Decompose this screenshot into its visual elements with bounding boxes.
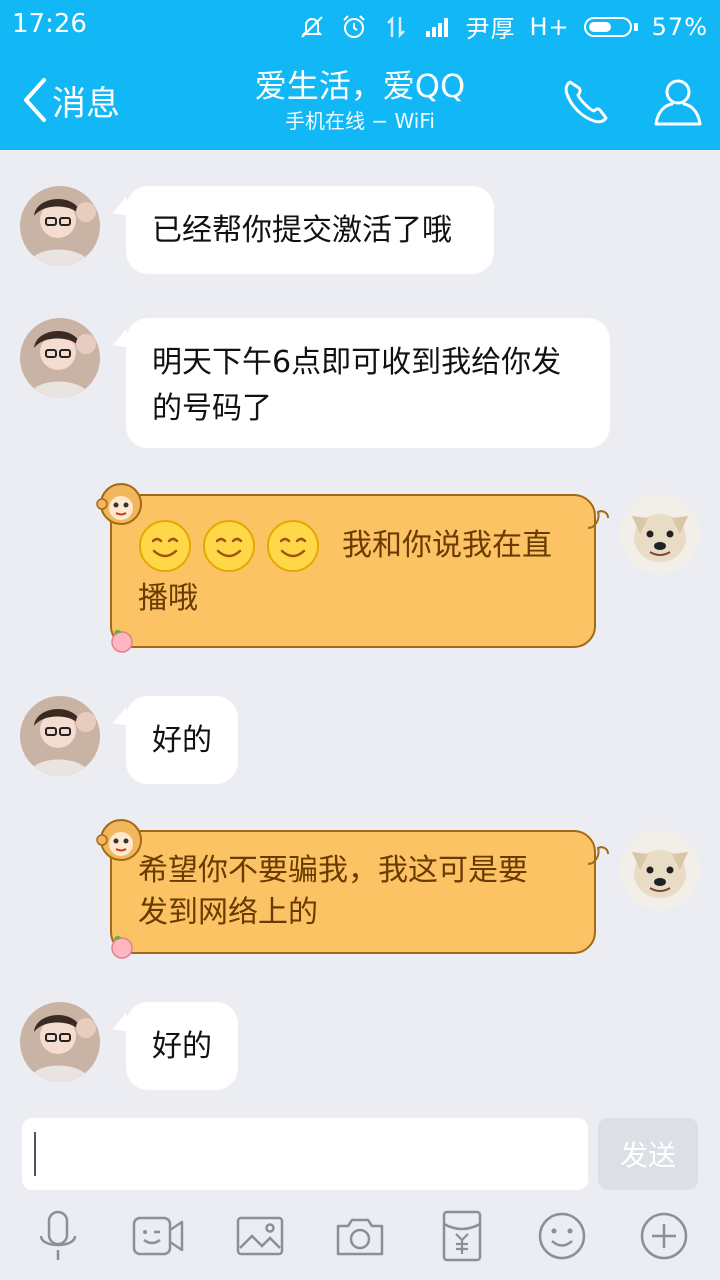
smile-emoji [139,520,191,572]
status-bar: 17:26 尹厚 H+ 57% [0,0,720,50]
mute-bell-icon [298,13,326,41]
composer-toolbar [0,1200,720,1280]
message-input[interactable] [22,1118,588,1190]
image-icon[interactable] [232,1208,288,1264]
message-bubble[interactable]: 好的 [126,696,238,784]
message-text-line: 的号码了 [152,391,272,426]
message-text-line: 播哦 [138,581,198,616]
contact-avatar[interactable] [20,1002,100,1082]
message-text: 已经帮你提交激活了哦 [152,213,452,248]
peach-icon [111,935,133,959]
carrier-label: 尹厚 [465,15,516,43]
call-button[interactable] [558,74,614,130]
network-type: H+ [529,12,570,41]
battery-icon [583,16,638,37]
my-avatar[interactable] [620,494,700,574]
smile-emoji [203,520,255,572]
back-button[interactable]: 消息 [20,74,120,126]
message-text-line: 希望你不要骗我，我这可是要 [138,853,528,888]
send-button[interactable]: 发送 [598,1118,698,1190]
data-transfer-icon [382,13,410,41]
person-icon [654,79,702,126]
chat-header: 消息 爱生活，爱QQ 手机在线 − WiFi [0,50,720,150]
camera-icon[interactable] [332,1208,388,1264]
bubble-curl-icon [587,510,609,529]
monkey-sticker-icon [96,483,142,525]
contact-avatar[interactable] [20,186,100,266]
chevron-left-icon [24,78,46,122]
message-text-line: 明天下午6点即可收到我给你发 [152,345,562,380]
online-status: 手机在线 − WiFi [285,109,435,133]
video-chat-icon[interactable] [130,1208,186,1264]
message-text: 好的 [152,723,212,758]
peach-icon [111,629,133,653]
profile-button[interactable] [650,74,706,130]
bubble-curl-icon [587,846,609,865]
message-bubble[interactable]: 好的 [126,1002,238,1090]
phone-icon [564,80,608,124]
plus-icon[interactable] [636,1208,692,1264]
text-caret [34,1132,36,1176]
monkey-sticker-icon [96,819,142,861]
emoji-icon[interactable] [534,1208,590,1264]
my-message-bubble[interactable]: 希望你不要骗我，我这可是要 发到网络上的 [110,830,609,954]
chat-title: 爱生活，爱QQ [254,67,466,105]
message-text-line: 我和你说我在直 [342,528,552,563]
status-time: 17:26 [12,9,87,39]
header-title-block[interactable]: 爱生活，爱QQ 手机在线 − WiFi [160,66,560,136]
status-icons: 尹厚 H+ 57% [298,9,709,44]
message-bubble[interactable]: 明天下午6点即可收到我给你发 的号码了 [126,318,610,448]
contact-avatar[interactable] [20,696,100,776]
smile-emoji [267,520,319,572]
microphone-icon[interactable] [30,1208,86,1264]
my-message-bubble[interactable]: 我和你说我在直 播哦 [110,494,609,648]
alarm-icon [340,13,368,41]
my-avatar[interactable] [620,830,700,910]
message-text-line: 发到网络上的 [138,895,318,930]
back-label: 消息 [52,83,120,124]
red-packet-icon[interactable] [434,1208,490,1264]
message-bubble[interactable]: 已经帮你提交激活了哦 [126,186,494,274]
battery-percent: 57% [651,12,708,41]
chat-screen: 17:26 尹厚 H+ 57% 消息 爱生活，爱QQ 手机在线 − WiFi 已… [0,0,720,1280]
signal-icon [424,13,452,41]
contact-avatar[interactable] [20,318,100,398]
message-text: 好的 [152,1029,212,1064]
